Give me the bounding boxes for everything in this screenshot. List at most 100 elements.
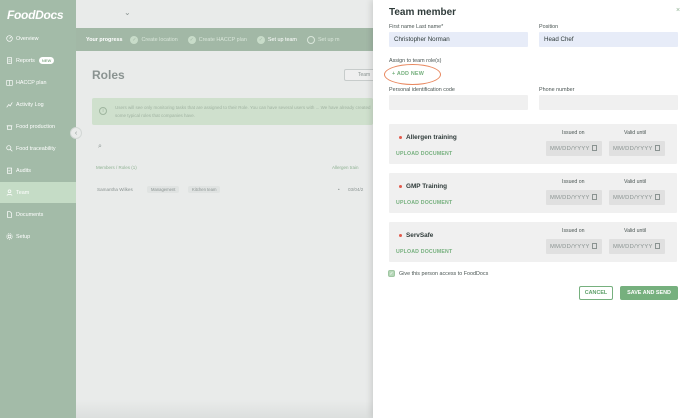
- info-icon: i: [99, 107, 107, 115]
- valid-until-input[interactable]: MM/DD/YYYY: [609, 239, 665, 254]
- required-dot: [399, 234, 402, 237]
- step-label: Set up team: [267, 36, 297, 43]
- chevron-left-icon: ‹: [74, 129, 78, 137]
- name-label: First name Last name*: [389, 24, 444, 30]
- upload-document-button[interactable]: UPLOAD DOCUMENT: [396, 151, 452, 157]
- progress-step-create-location[interactable]: ✓ Create location: [130, 35, 178, 44]
- date-placeholder: MM/DD/YYYY: [550, 145, 590, 152]
- sidebar-item-haccp-plan[interactable]: HACCP plan: [0, 72, 76, 93]
- sidebar-item-reports[interactable]: Reports NEW: [0, 50, 76, 71]
- step-label: Create HACCP plan: [198, 36, 247, 43]
- sidebar-item-food-production[interactable]: Food production: [0, 116, 76, 137]
- member-date: 03/04/2: [348, 187, 364, 192]
- sidebar-item-food-traceability[interactable]: Food traceability: [0, 138, 76, 159]
- issued-on-label: Issued on: [562, 179, 585, 185]
- sidebar-item-team[interactable]: Team: [0, 182, 76, 203]
- sidebar: FoodDocs Overview Reports NEW HACCP plan…: [0, 0, 76, 418]
- info-text: Users will see only monitoring tasks tha…: [115, 105, 371, 118]
- page-title: Roles: [92, 68, 125, 82]
- progress-step-create-haccp-plan[interactable]: ✓ Create HACCP plan: [187, 35, 247, 44]
- calendar-icon: [592, 145, 597, 151]
- calendar-icon: [655, 145, 660, 151]
- search-icon: [6, 145, 13, 152]
- member-name[interactable]: Samantha Wilkes: [97, 187, 133, 192]
- certificate-servsafe: ServSafe UPLOAD DOCUMENT Issued on Valid…: [389, 222, 677, 262]
- team-button[interactable]: Team: [344, 69, 376, 81]
- sidebar-item-label: Food traceability: [16, 145, 56, 152]
- calendar-icon: [592, 243, 597, 249]
- sidebar-item-label: Team: [16, 189, 30, 196]
- search-icon[interactable]: ⌕: [98, 143, 102, 151]
- issued-on-input[interactable]: MM/DD/YYYY: [546, 239, 602, 254]
- valid-until-input[interactable]: MM/DD/YYYY: [609, 190, 665, 205]
- gear-icon: [6, 233, 13, 240]
- sidebar-item-label: Overview: [16, 35, 39, 42]
- sidebar-item-overview[interactable]: Overview: [0, 28, 76, 49]
- panel-title: Team member: [389, 7, 457, 18]
- access-checkbox[interactable]: ✓: [388, 270, 395, 277]
- required-dot: [399, 185, 402, 188]
- sidebar-item-setup[interactable]: Setup: [0, 226, 76, 247]
- sidebar-item-label: Reports: [16, 57, 35, 64]
- new-badge: NEW: [38, 57, 55, 64]
- role-tag: Kitchen team: [188, 186, 221, 193]
- chevron-down-icon[interactable]: ⌄: [124, 8, 131, 17]
- empty-circle-icon: [306, 35, 315, 44]
- column-header-members[interactable]: Members / Roles (1): [96, 165, 137, 170]
- sidebar-item-activity-log[interactable]: Activity Log: [0, 94, 76, 115]
- certificate-name-text: ServSafe: [406, 232, 434, 239]
- date-placeholder: MM/DD/YYYY: [550, 243, 590, 250]
- date-placeholder: MM/DD/YYYY: [613, 243, 653, 250]
- status-dot: •: [338, 187, 340, 192]
- team-member-panel: Team member × First name Last name* Chri…: [373, 0, 688, 418]
- add-new-role-button[interactable]: + ADD NEW: [392, 71, 424, 77]
- fooddocs-logo[interactable]: FoodDocs: [7, 8, 64, 22]
- valid-until-label: Valid until: [624, 228, 647, 234]
- check-icon: ✓: [130, 35, 139, 44]
- sidebar-collapse-button[interactable]: ‹: [70, 127, 82, 139]
- check-icon: ✓: [256, 35, 265, 44]
- progress-bar: Your progress ✓ Create location ✓ Create H…: [76, 28, 373, 51]
- access-label: Give this person access to FoodDocs: [399, 270, 489, 277]
- clipboard-icon: [6, 167, 13, 174]
- phone-label: Phone number: [539, 87, 575, 93]
- progress-step-set-up-team[interactable]: ✓ Set up team: [256, 35, 297, 44]
- progress-label: Your progress: [86, 36, 123, 43]
- progress-step-set-up-monitoring[interactable]: Set up m: [306, 35, 340, 44]
- access-checkbox-row[interactable]: ✓ Give this person access to FoodDocs: [388, 270, 488, 277]
- close-icon[interactable]: ×: [676, 7, 680, 14]
- pid-input[interactable]: [389, 95, 528, 110]
- sidebar-item-label: Audits: [16, 167, 31, 174]
- certificate-name: GMP Training: [399, 183, 447, 190]
- top-bar: ⌄: [76, 0, 373, 28]
- calendar-icon: [592, 194, 597, 200]
- position-input[interactable]: Head Chef: [539, 32, 678, 47]
- certificate-gmp-training: GMP Training UPLOAD DOCUMENT Issued on V…: [389, 173, 677, 213]
- sidebar-item-label: Activity Log: [16, 101, 44, 108]
- issued-on-input[interactable]: MM/DD/YYYY: [546, 190, 602, 205]
- column-header-allergen[interactable]: Allergen train: [332, 165, 359, 170]
- upload-document-button[interactable]: UPLOAD DOCUMENT: [396, 200, 452, 206]
- role-tag: Management: [147, 186, 180, 193]
- date-placeholder: MM/DD/YYYY: [613, 145, 653, 152]
- info-banner: i Users will see only monitoring tasks t…: [92, 98, 373, 125]
- sidebar-item-label: Food production: [16, 123, 55, 130]
- step-label: Set up m: [317, 36, 340, 43]
- required-dot: [399, 136, 402, 139]
- user-icon: [6, 189, 13, 196]
- valid-until-label: Valid until: [624, 130, 647, 136]
- gauge-icon: [6, 35, 13, 42]
- bottom-shade: [76, 400, 373, 418]
- upload-document-button[interactable]: UPLOAD DOCUMENT: [396, 249, 452, 255]
- phone-input[interactable]: [539, 95, 678, 110]
- name-input[interactable]: Christopher Norman: [389, 32, 528, 47]
- calendar-icon: [655, 194, 660, 200]
- cancel-button[interactable]: CANCEL: [579, 286, 613, 300]
- chart-icon: [6, 101, 13, 108]
- sidebar-item-documents[interactable]: Documents: [0, 204, 76, 225]
- issued-on-input[interactable]: MM/DD/YYYY: [546, 141, 602, 156]
- sidebar-item-audits[interactable]: Audits: [0, 160, 76, 181]
- save-and-send-button[interactable]: SAVE AND SEND: [620, 286, 678, 300]
- valid-until-input[interactable]: MM/DD/YYYY: [609, 141, 665, 156]
- step-label: Create location: [141, 36, 178, 43]
